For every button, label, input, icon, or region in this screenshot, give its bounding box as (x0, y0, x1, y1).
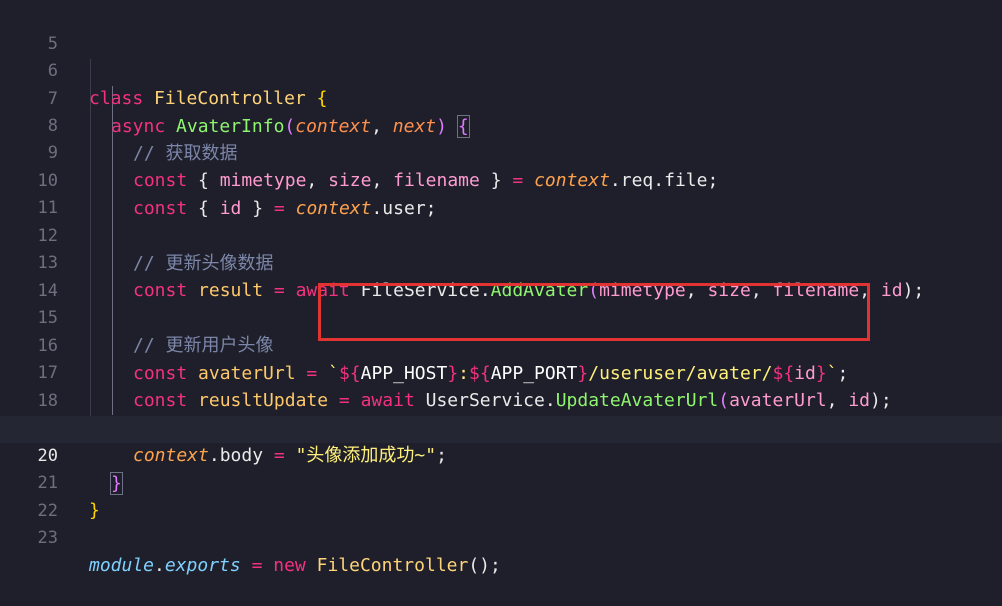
code-line: 21 } (0, 443, 1002, 521)
code-line: 5 (0, 4, 1002, 54)
code-line: 15 // 更新用户头像 (0, 278, 1002, 356)
code-line: 16 const avaterUrl = `${APP_HOST}:${APP_… (0, 306, 1002, 384)
code-line: 19 context.body = "头像添加成功~"; (0, 388, 1002, 466)
code-line: 13 const result = await FileService.AddA… (0, 223, 1002, 301)
code-line: 8 // 获取数据 (0, 86, 1002, 164)
code-line: 18 (0, 361, 1002, 411)
operator: = (240, 555, 274, 576)
code-line-current: 20 } (0, 416, 1002, 495)
code-text: module.exports = new FileController(); (89, 552, 501, 579)
code-line: 6 class FileController { (0, 31, 1002, 109)
exports-ref: exports (164, 555, 241, 576)
code-line: 12 // 更新头像数据 (0, 196, 1002, 274)
keyword: new (273, 555, 306, 576)
code-line: 17 const reusltUpdate = await UserServic… (0, 333, 1002, 411)
code-line: 22 (0, 471, 1002, 521)
code-editor[interactable]: 5 6 class FileController { 7 async Avate… (0, 0, 1002, 576)
punct: . (154, 555, 165, 576)
code-line: 11 (0, 168, 1002, 218)
code-line: 10 const { id } = context.user; (0, 141, 1002, 219)
code-line: 7 async AvaterInfo(context, next) { (0, 59, 1002, 138)
module-ref: module (89, 555, 155, 576)
punct: (); (468, 555, 501, 576)
code-line: 14 (0, 251, 1002, 301)
code-line: 9 const { mimetype, size, filename } = c… (0, 113, 1002, 191)
line-number: 23 (37, 528, 58, 548)
code-line: 23 module.exports = new FileController()… (0, 498, 1002, 576)
class-name: FileController (316, 555, 469, 576)
